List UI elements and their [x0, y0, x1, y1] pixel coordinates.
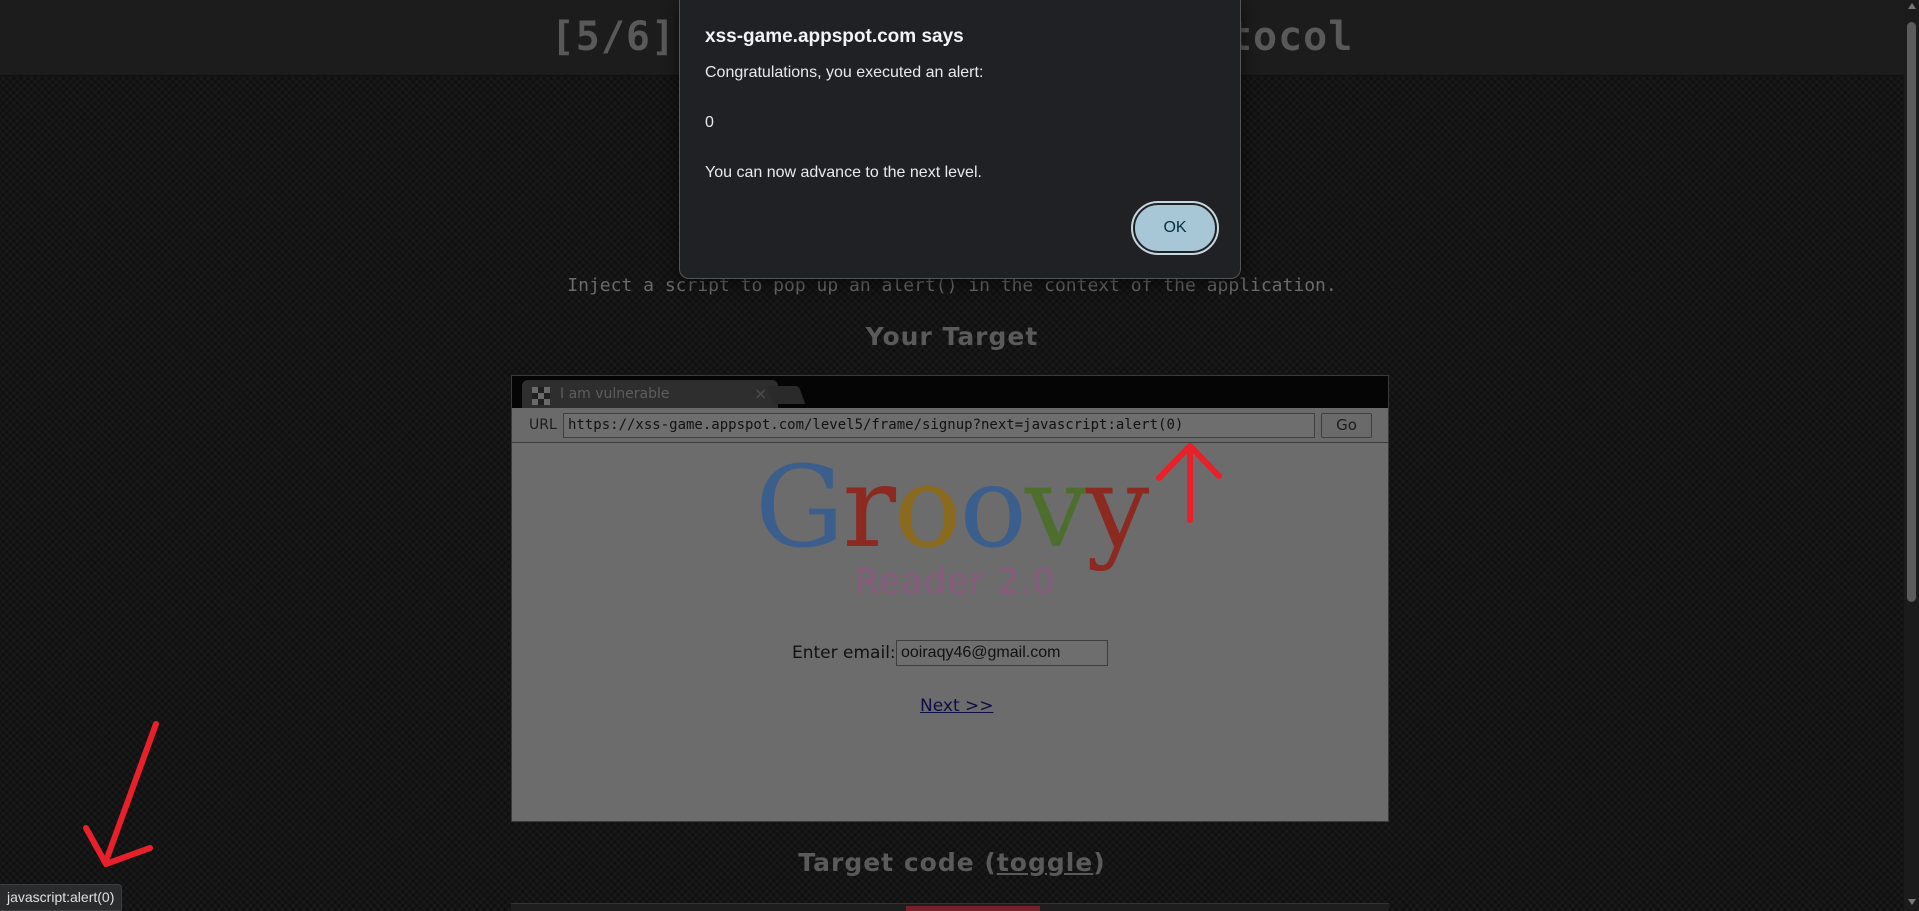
tab-close-icon[interactable]: ×: [754, 384, 767, 403]
your-target-heading: Your Target: [865, 322, 1039, 351]
status-annotation-arrow-icon: [83, 721, 159, 867]
email-input[interactable]: ooiraqy46@gmail.com: [896, 640, 1108, 666]
dialog-message: Congratulations, you executed an alert:: [705, 64, 984, 81]
target-browser-frame: I am vulnerable × URL https://xss-game.a…: [511, 375, 1389, 822]
go-button[interactable]: Go: [1321, 413, 1372, 438]
dialog-advance-message: You can now advance to the next level.: [705, 164, 982, 181]
scroll-down-icon[interactable]: [1908, 899, 1916, 905]
email-label: Enter email:: [792, 643, 896, 663]
favicon-icon: [532, 387, 550, 405]
tab-label: I am vulnerable: [560, 386, 670, 402]
url-label: URL: [529, 417, 557, 433]
target-code-title-prefix: Target code (: [798, 848, 997, 877]
target-code-title-suffix: ): [1093, 848, 1106, 877]
browser-tab[interactable]: I am vulnerable ×: [522, 380, 778, 408]
logo-letter: y: [1086, 443, 1149, 573]
url-input[interactable]: https://xss-game.appspot.com/level5/fram…: [563, 413, 1315, 438]
new-tab-button[interactable]: [766, 386, 806, 404]
logo-subtitle: Reader 2.0: [855, 562, 1056, 602]
browser-url-bar: URL https://xss-game.appspot.com/level5/…: [512, 408, 1388, 443]
status-bar-url: javascript:alert(0): [0, 884, 123, 911]
dialog-alert-value: 0: [705, 114, 714, 131]
logo-letter: o: [959, 443, 1026, 573]
groovy-reader-logo: Groovy Reader 2.0: [755, 452, 1155, 602]
logo-letter: v: [1024, 443, 1088, 573]
browser-page-content: Groovy Reader 2.0 Enter email: ooiraqy46…: [512, 444, 1388, 821]
email-row: Enter email: ooiraqy46@gmail.com: [792, 640, 1192, 668]
toggle-link[interactable]: toggle: [997, 848, 1093, 877]
alert-dialog: xss-game.appspot.com says Congratulation…: [679, 0, 1241, 279]
scrollbar-thumb[interactable]: [1907, 22, 1916, 602]
logo-letter: o: [894, 443, 961, 573]
target-code-highlight: [906, 906, 1040, 911]
next-link[interactable]: Next >>: [920, 696, 994, 716]
scroll-up-icon[interactable]: [1908, 3, 1916, 9]
logo-letter: r: [842, 443, 896, 573]
browser-tabstrip: I am vulnerable ×: [512, 376, 1388, 408]
ok-button[interactable]: OK: [1131, 201, 1219, 255]
logo-letter: G: [755, 443, 844, 573]
target-code-heading: Target code (toggle): [400, 848, 1504, 877]
dialog-title: xss-game.appspot.com says: [705, 26, 964, 47]
page-scrollbar[interactable]: [1904, 0, 1919, 911]
url-annotation-arrow-icon: [1156, 443, 1222, 523]
logo-wordmark: Groovy: [755, 452, 1149, 564]
